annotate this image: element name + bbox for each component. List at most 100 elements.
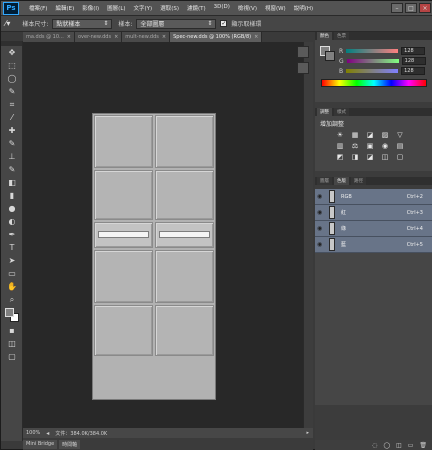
hand-tool-icon[interactable]: ✋: [1, 280, 23, 293]
history-icon[interactable]: [297, 46, 309, 58]
channel-mixer-icon[interactable]: ▤: [395, 141, 405, 150]
new-channel-icon[interactable]: ◫: [396, 442, 402, 449]
menu-edit[interactable]: 編輯(E): [51, 4, 78, 12]
fg-bg-color-swatch[interactable]: [1, 306, 23, 324]
vertical-scrollbar[interactable]: [303, 42, 313, 428]
tab-ma[interactable]: ma.dds @ 10... ×: [23, 32, 75, 42]
tab-channels[interactable]: 色版: [334, 177, 349, 185]
channel-row-red[interactable]: ◉ 紅 Ctrl+3: [315, 205, 432, 221]
close-icon[interactable]: ×: [254, 34, 258, 40]
path-select-tool-icon[interactable]: ➤: [1, 254, 23, 267]
menu-help[interactable]: 說明(H): [290, 4, 317, 12]
stamp-tool-icon[interactable]: ⊥: [1, 150, 23, 163]
color-spectrum-bar[interactable]: [321, 79, 427, 87]
canvas-area[interactable]: [23, 42, 303, 428]
brightness-icon[interactable]: ☀: [335, 130, 345, 139]
gradient-tool-icon[interactable]: ▮: [1, 189, 23, 202]
tab-over-new[interactable]: over-new.dds ×: [75, 32, 123, 42]
tab-mult-new[interactable]: mult-new.dds ×: [122, 32, 171, 42]
menu-window[interactable]: 視窗(W): [261, 4, 290, 12]
invert-icon[interactable]: ◩: [335, 152, 345, 161]
menu-image[interactable]: 影像(I): [78, 4, 103, 12]
menu-filter[interactable]: 濾鏡(T): [183, 4, 210, 12]
close-icon[interactable]: ×: [162, 34, 166, 40]
menu-3d[interactable]: 3D(D): [210, 4, 234, 12]
close-icon[interactable]: ×: [67, 34, 71, 40]
threshold-icon[interactable]: ◪: [365, 152, 375, 161]
eyedropper-icon[interactable]: ⁄▾: [5, 19, 10, 28]
quick-select-tool-icon[interactable]: ✎: [1, 85, 23, 98]
channel-row-blue[interactable]: ◉ 藍 Ctrl+5: [315, 237, 432, 253]
brush-tool-icon[interactable]: ✎: [1, 137, 23, 150]
load-selection-icon[interactable]: ◌: [372, 442, 377, 449]
blue-slider[interactable]: [346, 69, 399, 73]
eye-icon[interactable]: ◉: [317, 241, 325, 248]
eye-icon[interactable]: ◉: [317, 193, 325, 200]
posterize-icon[interactable]: ◨: [350, 152, 360, 161]
selective-color-icon[interactable]: ▢: [395, 152, 405, 161]
eye-icon[interactable]: ◉: [317, 225, 325, 232]
history-brush-tool-icon[interactable]: ✎: [1, 163, 23, 176]
tab-styles[interactable]: 樣式: [334, 108, 349, 116]
arrow-right-icon[interactable]: ▸: [306, 430, 309, 436]
new-channel-alt-icon[interactable]: ▭: [408, 442, 414, 449]
levels-icon[interactable]: ▦: [350, 130, 360, 139]
gradient-map-icon[interactable]: ◫: [380, 152, 390, 161]
save-selection-icon[interactable]: ◯: [383, 442, 390, 449]
maximize-button[interactable]: □: [405, 3, 417, 13]
blur-tool-icon[interactable]: ●: [1, 202, 23, 215]
tab-mini-bridge[interactable]: Mini Bridge: [23, 439, 58, 449]
eraser-tool-icon[interactable]: ◧: [1, 176, 23, 189]
tab-spec-new[interactable]: Spec-new.dds @ 100% (RGB/8) ×: [170, 32, 263, 42]
menu-type[interactable]: 文字(Y): [130, 4, 157, 12]
zoom-level[interactable]: 100%: [26, 430, 40, 436]
tool-20-icon[interactable]: ▪: [1, 324, 23, 337]
lasso-tool-icon[interactable]: ◯: [1, 72, 23, 85]
properties-icon[interactable]: [297, 62, 309, 74]
close-button[interactable]: ×: [419, 3, 431, 13]
blue-value[interactable]: 128: [401, 67, 426, 75]
move-tool-icon[interactable]: ✥: [1, 46, 23, 59]
vibrance-icon[interactable]: ▽: [395, 130, 405, 139]
pen-tool-icon[interactable]: ✒: [1, 228, 23, 241]
photo-filter-icon[interactable]: ◉: [380, 141, 390, 150]
menu-view[interactable]: 檢視(V): [234, 4, 261, 12]
sample-dropdown[interactable]: 全部圖層 ⇕: [136, 18, 217, 29]
menu-layer[interactable]: 圖層(L): [103, 4, 129, 12]
delete-icon[interactable]: 🗑: [419, 442, 427, 449]
channel-row-green[interactable]: ◉ 綠 Ctrl+4: [315, 221, 432, 237]
tab-color[interactable]: 顏色: [317, 32, 332, 40]
type-tool-icon[interactable]: T: [1, 241, 23, 254]
hue-sat-icon[interactable]: ▥: [335, 141, 345, 150]
tab-swatches[interactable]: 色票: [334, 32, 349, 40]
tool-22-icon[interactable]: ▢: [1, 350, 23, 363]
black-white-icon[interactable]: ▣: [365, 141, 375, 150]
menu-select[interactable]: 選取(S): [156, 4, 183, 12]
tab-timeline[interactable]: 時間軸: [59, 439, 81, 449]
red-value[interactable]: 128: [401, 47, 426, 55]
eyedropper-tool-icon[interactable]: ⁄: [1, 111, 23, 124]
tool-21-icon[interactable]: ◫: [1, 337, 23, 350]
dodge-tool-icon[interactable]: ◐: [1, 215, 23, 228]
status-menu-icon[interactable]: ◂: [46, 430, 49, 437]
minimize-button[interactable]: –: [391, 3, 403, 13]
shape-tool-icon[interactable]: ▭: [1, 267, 23, 280]
red-slider[interactable]: [346, 49, 399, 53]
tab-layers[interactable]: 圖層: [317, 177, 332, 185]
tab-paths[interactable]: 路徑: [351, 177, 366, 185]
curves-icon[interactable]: ◪: [365, 130, 375, 139]
green-value[interactable]: 128: [401, 57, 426, 65]
eye-icon[interactable]: ◉: [317, 209, 325, 216]
show-ring-checkbox[interactable]: ✓: [220, 20, 228, 27]
close-icon[interactable]: ×: [114, 34, 118, 40]
foreground-swatch[interactable]: [5, 308, 14, 317]
exposure-icon[interactable]: ▨: [380, 130, 390, 139]
color-balance-icon[interactable]: ⚖: [350, 141, 360, 150]
zoom-tool-icon[interactable]: ⌕: [1, 293, 23, 306]
sample-size-dropdown[interactable]: 點狀樣本 ⇕: [52, 18, 113, 29]
healing-tool-icon[interactable]: ✚: [1, 124, 23, 137]
background-color-swatch[interactable]: [325, 51, 335, 61]
document-image[interactable]: [92, 113, 216, 400]
tab-adjustments[interactable]: 調整: [317, 108, 332, 116]
menu-file[interactable]: 檔案(F): [25, 4, 51, 12]
